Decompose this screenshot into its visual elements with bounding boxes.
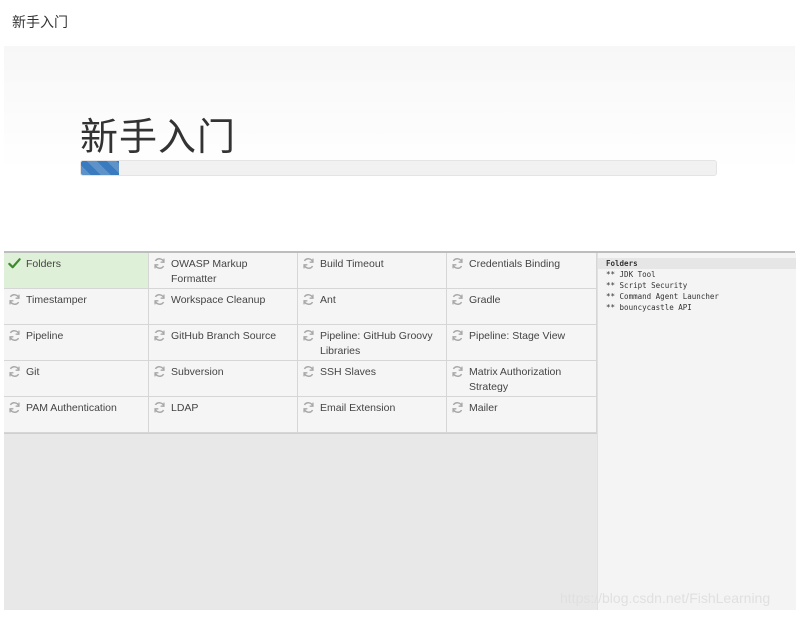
plugin-name: GitHub Branch Source — [171, 330, 277, 342]
plugin-name: Folders — [26, 258, 62, 270]
plugin-item: Gradle — [447, 289, 597, 325]
plugin-item: OWASP Markup Formatter — [149, 253, 298, 289]
refresh-icon — [153, 257, 166, 270]
plugin-name: Matrix Authorization Strategy — [469, 366, 562, 393]
refresh-icon — [451, 365, 464, 378]
plugin-item: Email Extension — [298, 397, 447, 433]
plugin-name: OWASP Markup Formatter — [171, 258, 248, 285]
plugin-name: Subversion — [171, 366, 224, 378]
plugin-name: Pipeline — [26, 330, 64, 342]
plugin-item: LDAP — [149, 397, 298, 433]
plugin-item: Build Timeout — [298, 253, 447, 289]
plugin-grid: Folders OWASP Markup Formatter Build Timeo… — [4, 253, 597, 434]
plugin-install-area: Folders OWASP Markup Formatter Build Timeo… — [4, 253, 597, 610]
plugin-name: Ant — [320, 294, 336, 306]
refresh-icon — [153, 365, 166, 378]
install-progress-bar — [80, 160, 717, 176]
plugin-name: Credentials Binding — [469, 258, 561, 270]
log-lines: ** JDK Tool ** Script Security ** Comman… — [606, 270, 719, 312]
plugin-item: Subversion — [149, 361, 298, 397]
plugin-name: PAM Authentication — [26, 402, 117, 414]
top-bar-title: 新手入门 — [12, 14, 68, 30]
plugin-name: Build Timeout — [320, 258, 384, 270]
top-bar: 新手入门 — [0, 0, 807, 44]
plugin-name: LDAP — [171, 402, 199, 414]
plugin-name: Pipeline: GitHub Groovy Libraries — [320, 330, 433, 357]
plugin-item: Workspace Cleanup — [149, 289, 298, 325]
refresh-icon — [153, 401, 166, 414]
refresh-icon — [8, 365, 21, 378]
refresh-icon — [8, 401, 21, 414]
refresh-icon — [302, 365, 315, 378]
plugin-item: Matrix Authorization Strategy — [447, 361, 597, 397]
plugin-item: Mailer — [447, 397, 597, 433]
refresh-icon — [302, 329, 315, 342]
checkmark-icon — [8, 257, 21, 270]
refresh-icon — [451, 257, 464, 270]
refresh-icon — [8, 293, 21, 306]
install-log-panel[interactable]: Folders ** JDK Tool ** Script Security *… — [597, 253, 796, 610]
log-heading: Folders — [598, 258, 796, 269]
plugin-item: Git — [4, 361, 149, 397]
plugin-item: Pipeline: Stage View — [447, 325, 597, 361]
refresh-icon — [153, 329, 166, 342]
plugin-item: Pipeline: GitHub Groovy Libraries — [298, 325, 447, 361]
plugin-name: SSH Slaves — [320, 366, 377, 378]
plugin-item: Folders — [4, 253, 149, 289]
plugin-item: Timestamper — [4, 289, 149, 325]
refresh-icon — [451, 329, 464, 342]
refresh-icon — [8, 329, 21, 342]
plugin-name: Git — [26, 366, 40, 378]
refresh-icon — [451, 401, 464, 414]
plugin-name: Mailer — [469, 402, 498, 414]
plugin-item: PAM Authentication — [4, 397, 149, 433]
plugin-name: Pipeline: Stage View — [469, 330, 566, 342]
plugin-name: Email Extension — [320, 402, 396, 414]
refresh-icon — [302, 257, 315, 270]
page-title: 新手入门 — [80, 117, 237, 159]
plugin-item: Ant — [298, 289, 447, 325]
refresh-icon — [302, 401, 315, 414]
plugin-item: Credentials Binding — [447, 253, 597, 289]
plugin-item: GitHub Branch Source — [149, 325, 298, 361]
plugin-name: Timestamper — [26, 294, 87, 306]
plugin-item: SSH Slaves — [298, 361, 447, 397]
hero-header: 新手入门 — [4, 46, 795, 252]
install-progress-fill — [81, 161, 120, 175]
plugin-name: Gradle — [469, 294, 501, 306]
plugin-name: Workspace Cleanup — [171, 294, 266, 306]
page: 新手入门 新手入门 Folders OWASP Markup Formatter B… — [0, 0, 807, 617]
plugin-item: Pipeline — [4, 325, 149, 361]
watermark: https://blog.csdn.net/FishLearning — [560, 590, 771, 606]
refresh-icon — [302, 293, 315, 306]
refresh-icon — [153, 293, 166, 306]
refresh-icon — [451, 293, 464, 306]
